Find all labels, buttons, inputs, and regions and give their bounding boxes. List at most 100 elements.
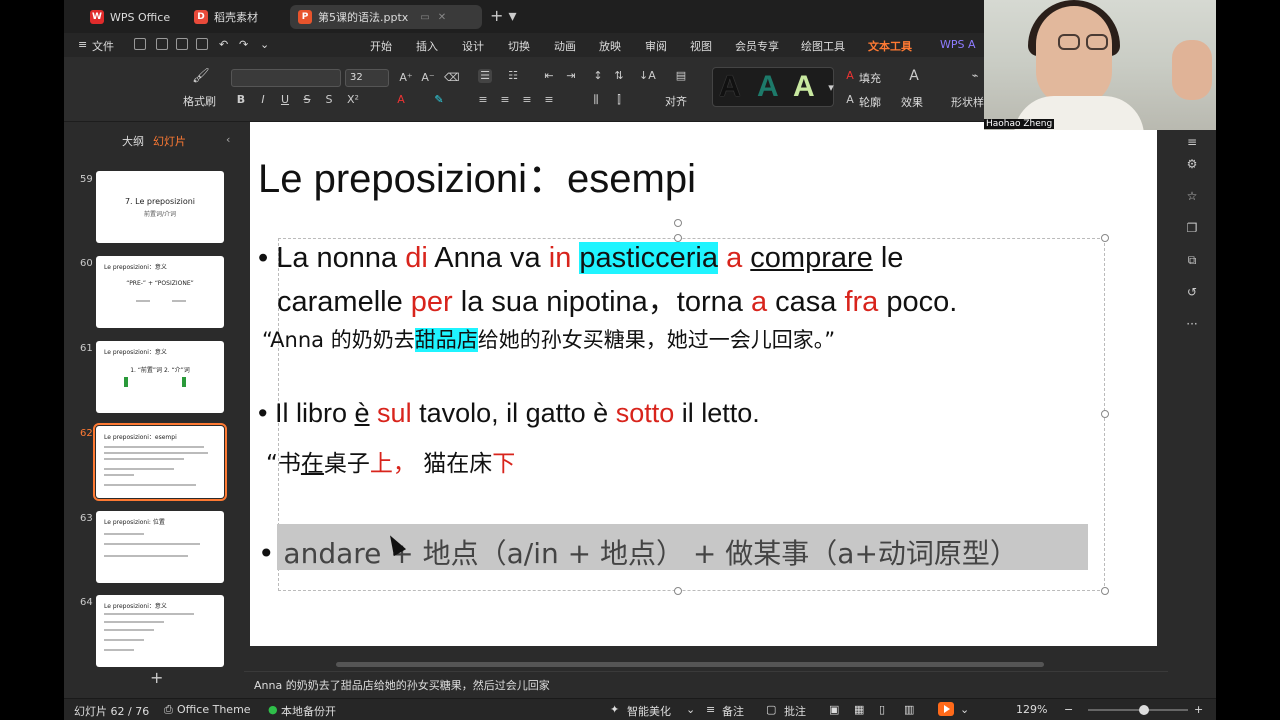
tab-slides[interactable]: 幻灯片 — [153, 133, 186, 149]
superscript-icon[interactable]: X² — [346, 93, 360, 107]
decrease-font-icon[interactable]: A⁻ — [421, 71, 435, 85]
shape-style-menu[interactable]: 形状样 — [951, 94, 984, 110]
menu-file[interactable]: 文件 — [92, 38, 114, 54]
zoom-out-icon[interactable]: − — [1064, 703, 1073, 716]
history-icon[interactable]: ↺ — [1184, 284, 1200, 300]
shadow-icon[interactable]: S — [322, 93, 336, 107]
style-teal-sample[interactable]: A — [757, 70, 779, 104]
resize-handle[interactable] — [1101, 410, 1109, 418]
chevron-down-icon[interactable]: ⌄ — [960, 703, 969, 716]
tab-wps-office[interactable]: W WPS Office — [82, 5, 178, 29]
text-box-icon[interactable]: ▤ — [674, 69, 688, 83]
bullet-line-1-cont[interactable]: caramelle per la sua nipotina，torna a ca… — [277, 278, 957, 320]
menu-slideshow[interactable]: 放映 — [599, 38, 621, 54]
resize-handle[interactable] — [1101, 234, 1109, 242]
italic-icon[interactable]: I — [256, 93, 270, 107]
menu-drawing-tools[interactable]: 绘图工具 — [801, 38, 845, 54]
column-icon[interactable]: ⫼ — [589, 93, 603, 107]
rotate-handle[interactable] — [674, 219, 682, 227]
reading-view-icon[interactable]: ▯ — [879, 703, 885, 716]
menu-text-tools[interactable]: 文本工具 — [868, 38, 912, 59]
align-left-icon[interactable]: ≡ — [476, 93, 490, 107]
print-icon[interactable] — [176, 38, 188, 50]
line-spacing-icon[interactable]: ↕ — [591, 69, 605, 83]
text-direction-icon[interactable]: ⇅ — [612, 69, 626, 83]
redo-icon[interactable]: ↷ — [239, 38, 248, 51]
slide-sorter-icon[interactable]: ▦ — [854, 703, 864, 716]
menu-start[interactable]: 开始 — [370, 38, 392, 54]
more-quick-icon[interactable]: ⌄ — [260, 38, 269, 51]
shape-style-icon[interactable]: ⌁ — [968, 69, 982, 83]
slide[interactable]: Le preposizioni：esempi • La nonna di Ann… — [250, 122, 1157, 646]
comments-button[interactable]: 批注 — [784, 703, 806, 719]
copy-icon[interactable]: ❐ — [1184, 220, 1200, 236]
font-size-select[interactable]: 32 — [345, 69, 389, 87]
translation-line-1[interactable]: “Anna 的奶奶去甜品店给她的孙女买糖果，她过一会儿回家。” — [262, 324, 835, 354]
menu-wps-ai[interactable]: WPS A — [940, 38, 976, 51]
menu-member[interactable]: 会员专享 — [735, 38, 779, 54]
theme-name[interactable]: Office Theme — [177, 703, 251, 716]
slide-thumbnail-59[interactable]: 7. Le preposizioni 前置词/介词 — [96, 171, 224, 243]
menu-view[interactable]: 视图 — [690, 38, 712, 54]
scrollbar-thumb[interactable] — [336, 662, 1044, 667]
resize-handle[interactable] — [674, 234, 682, 242]
notes-button[interactable]: 备注 — [722, 703, 744, 719]
normal-view-icon[interactable]: ▣ — [829, 703, 839, 716]
export-icon[interactable] — [156, 38, 168, 50]
format-painter-icon[interactable]: 🖌 — [192, 69, 210, 83]
tab-docer[interactable]: D 稻壳素材 — [186, 5, 266, 29]
text-effect-icon[interactable]: A — [907, 69, 921, 83]
bullet-list-icon[interactable]: ☰ — [478, 69, 492, 83]
tab-window-icon[interactable]: ▭ — [420, 12, 429, 23]
sort-icon[interactable]: ↓A — [639, 69, 656, 83]
adjust-icon[interactable]: ⚙ — [1184, 156, 1200, 172]
tab-close-icon[interactable]: ✕ — [438, 12, 446, 23]
star-icon[interactable]: ☆ — [1184, 188, 1200, 204]
horizontal-scrollbar[interactable] — [250, 660, 1157, 668]
menu-animation[interactable]: 动画 — [554, 38, 576, 54]
align-menu[interactable]: 对齐 — [665, 93, 687, 109]
add-slide-icon[interactable]: + — [150, 668, 163, 687]
preview-icon[interactable] — [196, 38, 208, 50]
menu-design[interactable]: 设计 — [462, 38, 484, 54]
justify-icon[interactable]: ≡ — [542, 93, 556, 107]
backup-status[interactable]: 本地备份开 — [281, 703, 336, 719]
align-center-icon[interactable]: ≡ — [498, 93, 512, 107]
text-fill-icon[interactable]: A — [843, 69, 857, 83]
tab-active-document[interactable]: P 第5课的语法.pptx ▭ ✕ — [290, 5, 482, 29]
underline-icon[interactable]: U — [278, 93, 292, 107]
more-icon[interactable]: ··· — [1184, 316, 1200, 332]
slide-thumbnail-60[interactable]: Le preposizioni：意义 “PRE-” + “POSIZIONE” — [96, 256, 224, 328]
highlight-color-icon[interactable]: ✎ — [432, 93, 446, 107]
slide-thumbnail-64[interactable]: Le preposizioni：意义 — [96, 595, 224, 667]
new-tab-icon[interactable]: + ▾ — [490, 6, 517, 25]
bullet-line-2[interactable]: • Il libro è sul tavolo, il gatto è sott… — [258, 398, 760, 429]
zoom-in-icon[interactable]: + — [1194, 703, 1203, 716]
style-black-sample[interactable]: A — [719, 70, 741, 104]
smart-beautify-button[interactable]: 智能美化 — [627, 703, 671, 719]
zoom-slider[interactable] — [1088, 705, 1188, 715]
translate-icon[interactable]: ⧉ — [1184, 252, 1200, 268]
increase-indent-icon[interactable]: ⇥ — [564, 69, 578, 83]
bullet-line-3[interactable]: • andare + 地点（a/in + 地点） + 做某事（a+动词原型） — [258, 532, 1018, 572]
zoom-level[interactable]: 129% — [1016, 703, 1047, 716]
slide-thumbnail-61[interactable]: Le preposizioni：意义 1. “前置”词 2. “介”词 — [96, 341, 224, 413]
save-icon[interactable] — [134, 38, 146, 50]
translation-line-2[interactable]: “书在桌子上， 猫在床下 — [266, 444, 515, 478]
tab-outline[interactable]: 大纲 — [122, 133, 144, 149]
decrease-indent-icon[interactable]: ⇤ — [542, 69, 556, 83]
font-color-icon[interactable]: A — [394, 93, 408, 107]
collapse-panel-icon[interactable]: ‹ — [226, 133, 230, 146]
vertical-align-icon[interactable]: ⫿ — [612, 93, 626, 107]
style-light-green-sample[interactable]: A — [793, 70, 815, 104]
grid-view-icon[interactable]: ▥ — [904, 703, 914, 716]
hamburger-icon[interactable]: ≡ — [78, 38, 87, 51]
undo-icon[interactable]: ↶ — [219, 38, 228, 51]
bold-icon[interactable]: B — [234, 93, 248, 107]
properties-icon[interactable]: ≡ — [1184, 134, 1200, 150]
style-gallery-more-icon[interactable]: ▾ — [824, 81, 838, 95]
numbered-list-icon[interactable]: ☷ — [506, 69, 520, 83]
text-outline-icon[interactable]: A — [843, 93, 857, 107]
slide-thumbnail-63[interactable]: Le preposizioni: 位置 — [96, 511, 224, 583]
increase-font-icon[interactable]: A⁺ — [399, 71, 413, 85]
